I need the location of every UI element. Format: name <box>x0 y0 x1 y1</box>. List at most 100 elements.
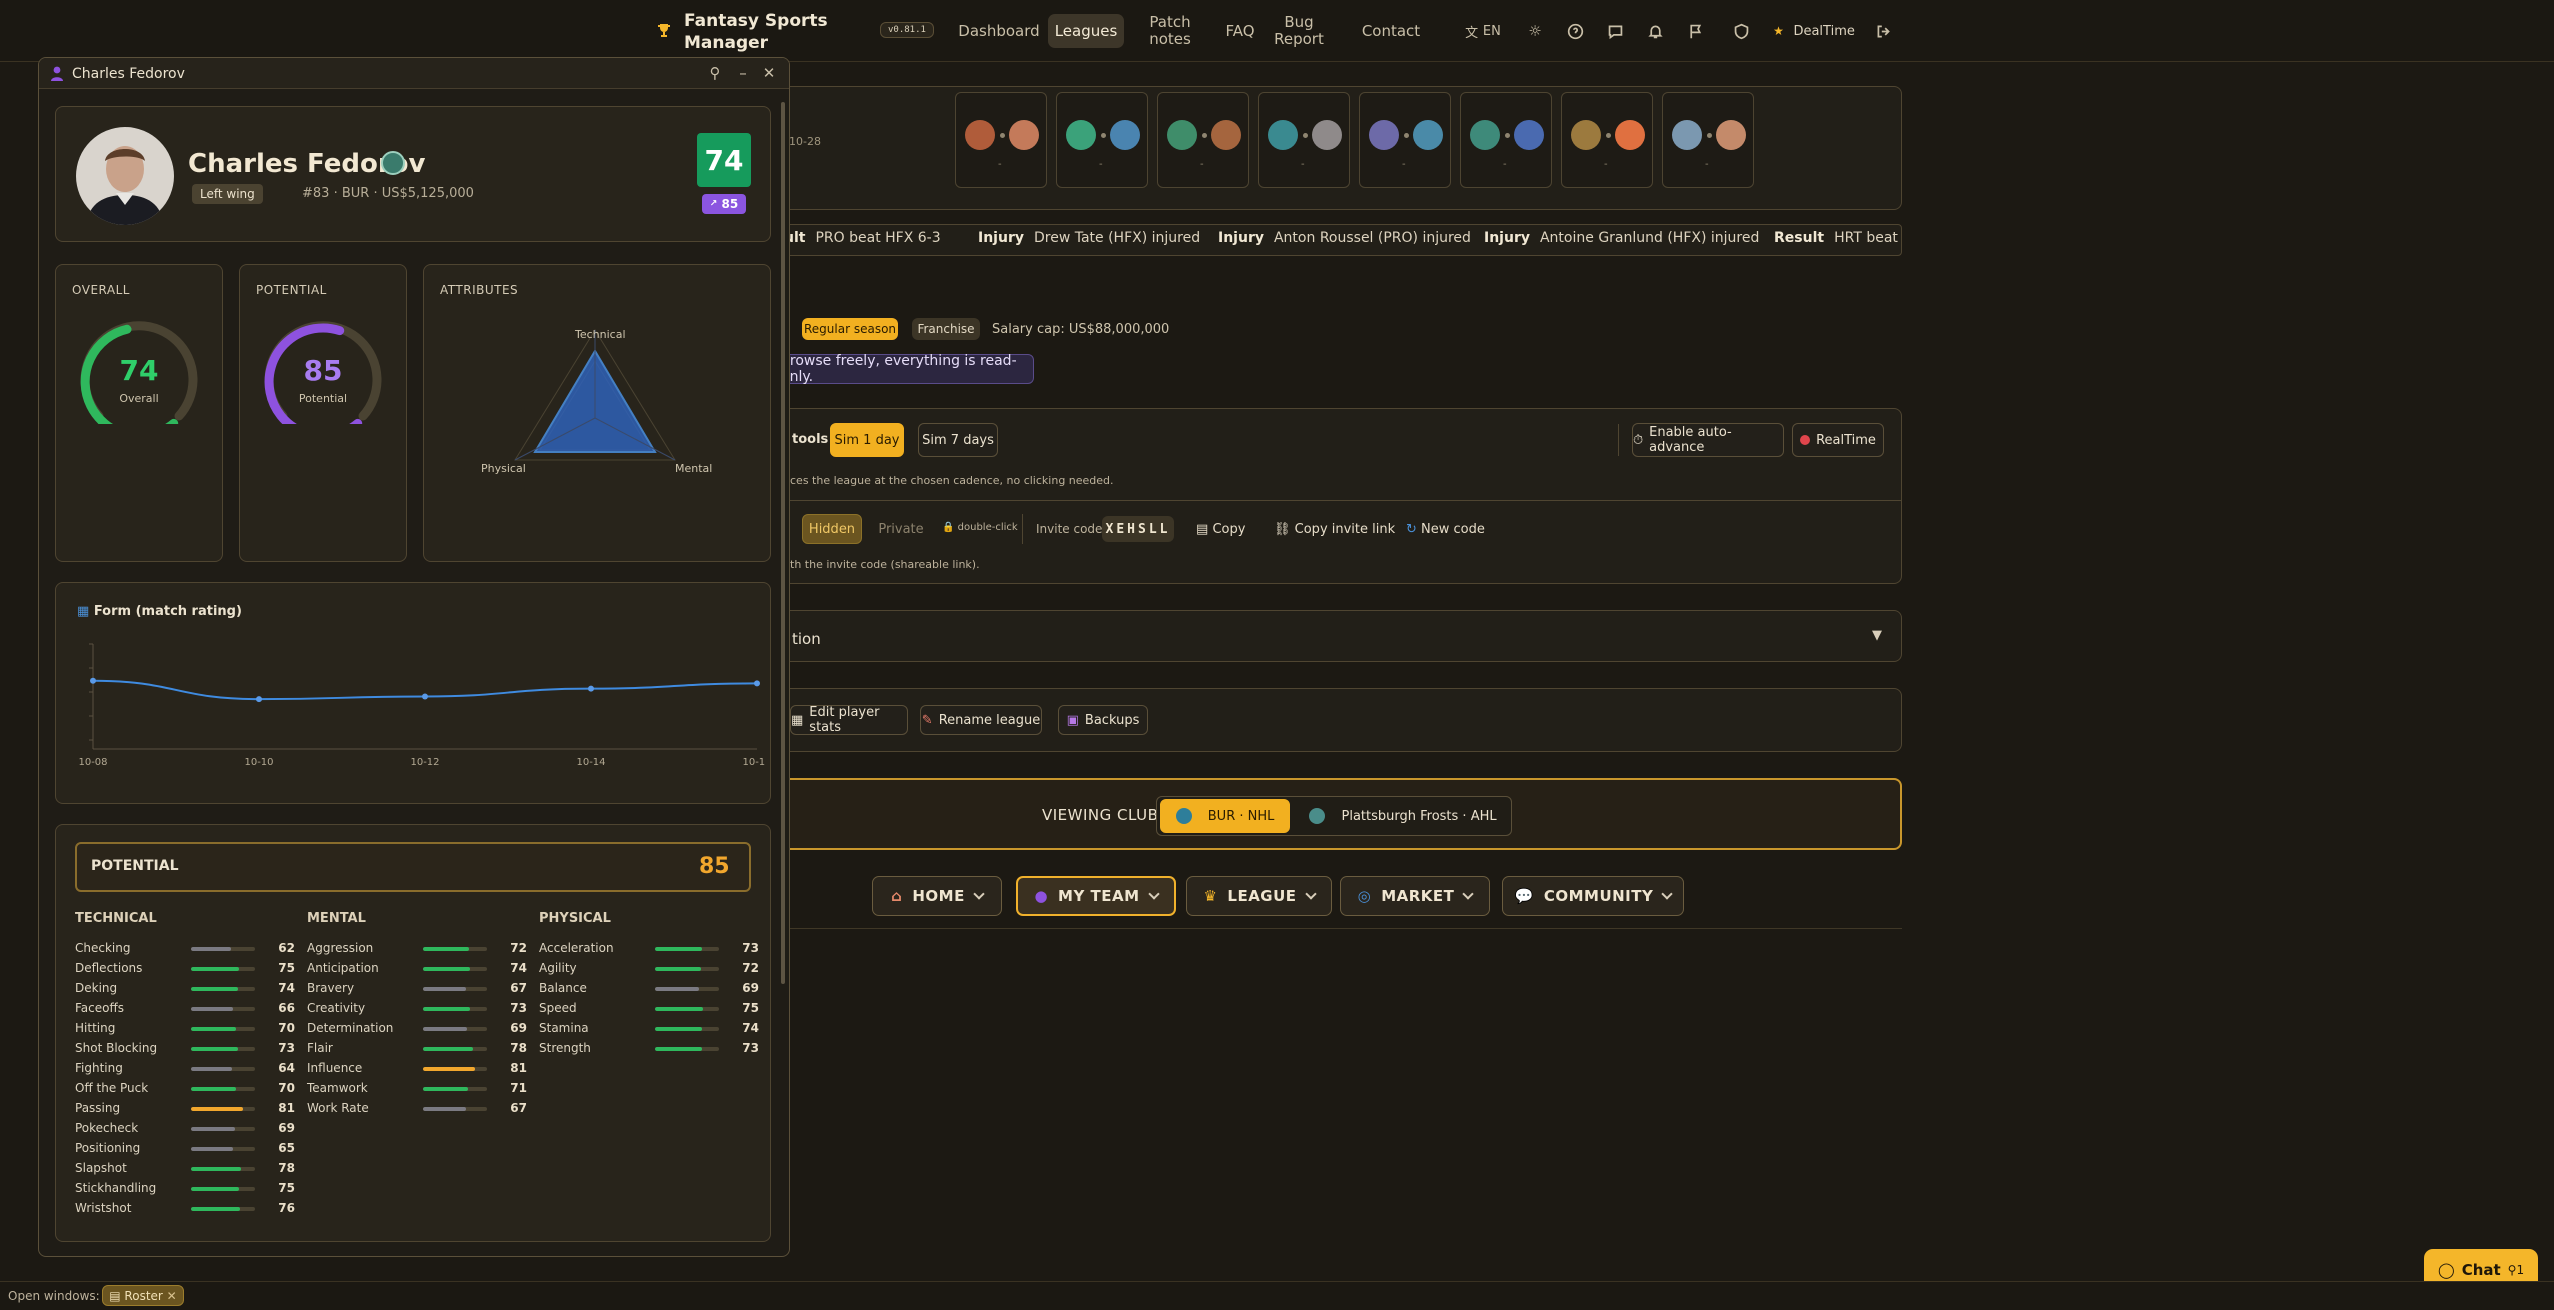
theme-toggle[interactable]: ☼ <box>1524 20 1546 42</box>
help-icon <box>1567 23 1583 39</box>
attribute-row-faceoffs: Faceoffs 66 <box>75 1001 295 1017</box>
nav-leagues[interactable]: Leagues <box>1048 14 1124 48</box>
attribute-value: 73 <box>742 941 759 955</box>
close-icon[interactable]: ✕ <box>167 1289 177 1303</box>
matchup-card[interactable]: - <box>1359 92 1451 188</box>
new-code-button[interactable]: ↻ New code <box>1406 522 1485 537</box>
position-chip: Left wing <box>192 184 263 204</box>
admin-button[interactable] <box>1730 20 1752 42</box>
copy-invite-link-button[interactable]: ⛓ Copy invite link <box>1274 522 1395 537</box>
attribute-value: 69 <box>742 981 759 995</box>
matchup-card[interactable]: - <box>1056 92 1148 188</box>
sim-7-days-button[interactable]: Sim 7 days <box>918 423 998 457</box>
attribute-row-hitting: Hitting 70 <box>75 1021 295 1037</box>
form-point <box>256 696 262 703</box>
attribute-label: Work Rate <box>307 1101 369 1115</box>
copy-button[interactable]: ▤ Copy <box>1196 522 1245 537</box>
user-menu[interactable]: ★ DealTime <box>1773 20 1855 42</box>
sim-1-day-button[interactable]: Sim 1 day <box>830 423 904 457</box>
attribute-value: 76 <box>278 1201 295 1215</box>
attribute-bar-fill <box>191 1087 236 1091</box>
matchup-card[interactable]: - <box>955 92 1047 188</box>
roster-window-chip[interactable]: ▤ Roster ✕ <box>102 1285 184 1306</box>
logout-icon <box>1877 25 1890 37</box>
matchup-card[interactable]: - <box>1258 92 1350 188</box>
player-window[interactable]: Charles Fedorov ⚲ – ✕ Charles Fedorov Le… <box>38 57 790 1257</box>
rename-league-button[interactable]: ✎ Rename league <box>920 705 1042 735</box>
pin-icon[interactable]: ⚲ <box>705 63 725 83</box>
tab-league[interactable]: ♛ LEAGUE <box>1186 876 1332 916</box>
matchup-card[interactable]: - <box>1662 92 1754 188</box>
attribute-label: Stamina <box>539 1021 589 1035</box>
messages-button[interactable] <box>1604 20 1626 42</box>
window-titlebar[interactable]: Charles Fedorov ⚲ – ✕ <box>39 58 789 89</box>
mental-heading: MENTAL <box>307 911 366 926</box>
attribute-row-strength: Strength 73 <box>539 1041 759 1057</box>
private-toggle[interactable]: Private <box>870 514 932 544</box>
invite-description: th the invite code (shareable link). <box>790 558 980 571</box>
attribute-bar-fill <box>423 1027 468 1031</box>
speech-bubble-icon: 💬 <box>1514 887 1534 905</box>
attribute-row-off-the-puck: Off the Puck 70 <box>75 1081 295 1097</box>
overall-caption: Overall <box>119 392 159 405</box>
attribute-row-stickhandling: Stickhandling 75 <box>75 1181 295 1197</box>
minimize-icon[interactable]: – <box>733 63 753 83</box>
hidden-toggle[interactable]: Hidden <box>802 514 862 544</box>
tab-community[interactable]: 💬 COMMUNITY <box>1502 876 1684 916</box>
nav-faq[interactable]: FAQ <box>1220 14 1260 48</box>
attribute-value: 67 <box>510 981 527 995</box>
attribute-value: 71 <box>510 1081 527 1095</box>
logout-button[interactable] <box>1872 20 1894 42</box>
attribute-bar <box>191 1127 255 1131</box>
collapsible-section[interactable] <box>780 610 1902 662</box>
clipboard-icon: ▤ <box>1196 522 1209 537</box>
help-button[interactable] <box>1564 20 1586 42</box>
matchup-card[interactable]: - <box>1157 92 1249 188</box>
attribute-label: Off the Puck <box>75 1081 149 1095</box>
tab-my-team[interactable]: ● MY TEAM <box>1016 876 1176 916</box>
attribute-bar <box>423 987 487 991</box>
notifications-button[interactable] <box>1644 20 1666 42</box>
attribute-bar-fill <box>191 1107 243 1111</box>
edit-player-stats-button[interactable]: ▦ Edit player stats <box>790 705 908 735</box>
attribute-label: Agility <box>539 961 577 975</box>
window-scrollbar[interactable] <box>781 102 785 984</box>
salary-cap: Salary cap: US$88,000,000 <box>992 322 1170 337</box>
attribute-bar <box>191 987 255 991</box>
nav-bug-report[interactable]: Bug Report <box>1274 14 1324 48</box>
matchup-card[interactable]: - <box>1460 92 1552 188</box>
matchup-card[interactable]: - <box>1561 92 1653 188</box>
language-switcher[interactable]: 文 EN <box>1460 20 1506 42</box>
attribute-label: Anticipation <box>307 961 379 975</box>
club-plattsburgh-button[interactable]: Plattsburgh Frosts · AHL <box>1300 799 1506 833</box>
nav-contact[interactable]: Contact <box>1358 14 1424 48</box>
physical-heading: PHYSICAL <box>539 911 611 926</box>
club-bur-nhl-button[interactable]: BUR · NHL <box>1160 799 1290 833</box>
chevron-down-icon <box>973 887 985 900</box>
caret-down-icon[interactable]: ▼ <box>1872 628 1882 643</box>
form-point <box>754 680 760 687</box>
report-button[interactable] <box>1684 20 1706 42</box>
attribute-row-checking: Checking 62 <box>75 941 295 957</box>
attribute-row-influence: Influence 81 <box>307 1061 527 1077</box>
team-logo-icon <box>1514 120 1544 150</box>
season-badge: Regular season <box>802 318 898 340</box>
globe-icon: ◎ <box>1357 887 1372 905</box>
collapsible-section-title: tion <box>792 630 821 648</box>
attribute-label: Aggression <box>307 941 374 955</box>
close-icon[interactable]: ✕ <box>759 63 779 83</box>
attribute-bar <box>423 1007 487 1011</box>
backups-button[interactable]: ▣ Backups <box>1058 705 1148 735</box>
attribute-row-slapshot: Slapshot 78 <box>75 1161 295 1177</box>
form-line-chart: 10-08 10-10 10-12 10-14 10-16 <box>78 643 765 768</box>
x-tick-label: 10-16 <box>742 757 765 768</box>
tab-home[interactable]: ⌂ HOME <box>872 876 1002 916</box>
sim-section-label: tools <box>792 432 829 447</box>
open-windows-bar: Open windows: ▤ Roster ✕ <box>0 1281 2554 1310</box>
attribute-bar-fill <box>423 1047 473 1051</box>
auto-advance-button[interactable]: ⏱ Enable auto-advance <box>1632 423 1784 457</box>
realtime-button[interactable]: RealTime <box>1792 423 1884 457</box>
nav-patch-notes[interactable]: Patch notes <box>1140 14 1200 48</box>
nav-dashboard[interactable]: Dashboard <box>958 14 1040 48</box>
tab-market[interactable]: ◎ MARKET <box>1340 876 1490 916</box>
